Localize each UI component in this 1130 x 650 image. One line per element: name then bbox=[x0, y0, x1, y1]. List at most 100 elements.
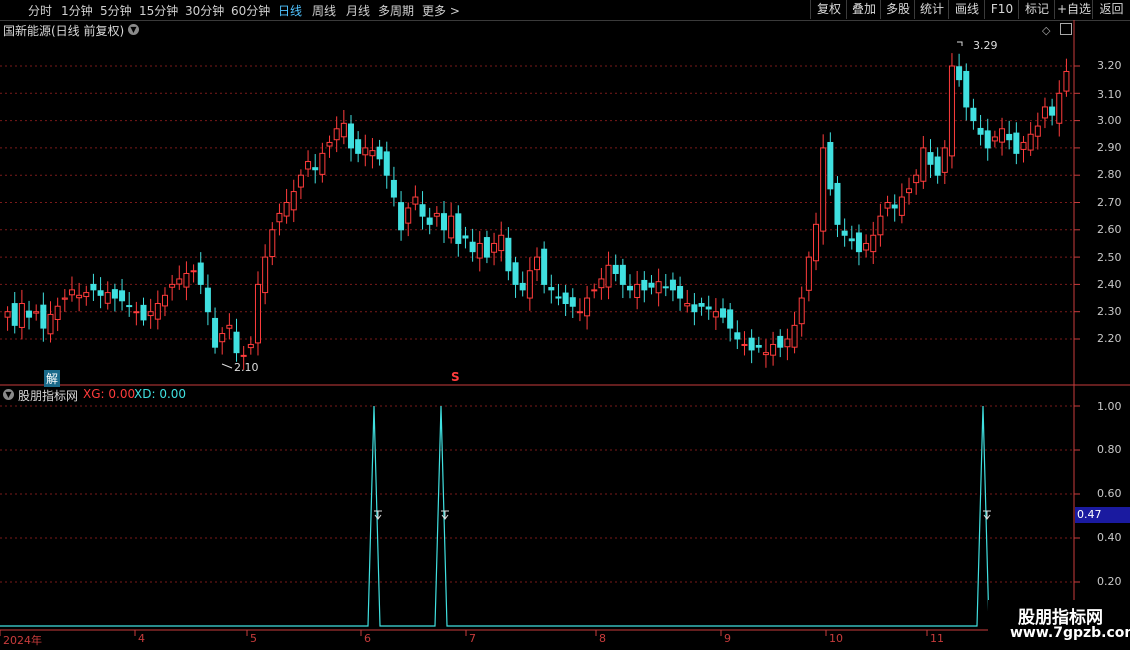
high-marker bbox=[957, 41, 963, 46]
high-price-label: 3.29 bbox=[973, 39, 998, 52]
candle-body bbox=[390, 179, 397, 198]
candle-body bbox=[906, 188, 913, 194]
candle-body bbox=[584, 297, 591, 317]
candle-body bbox=[140, 304, 147, 321]
candle-body bbox=[770, 343, 777, 356]
candle-body bbox=[247, 343, 254, 349]
candle-body bbox=[619, 264, 626, 285]
candle-body bbox=[226, 324, 233, 329]
candle-body bbox=[469, 241, 476, 253]
indicator-tick: 0.40 bbox=[1097, 531, 1122, 544]
candle-body bbox=[1063, 70, 1070, 92]
candle-body bbox=[755, 344, 762, 348]
candle-body bbox=[526, 270, 533, 299]
candle-body bbox=[11, 303, 18, 326]
candle-body bbox=[455, 213, 462, 244]
candle-body bbox=[1006, 133, 1013, 141]
date-tick: 2024年 bbox=[3, 634, 42, 647]
price-tick: 2.90 bbox=[1097, 141, 1122, 154]
candle-body bbox=[219, 333, 226, 343]
candle-body bbox=[161, 294, 168, 307]
candle-body bbox=[748, 337, 755, 351]
price-tick: 3.10 bbox=[1097, 88, 1122, 101]
candle-body bbox=[641, 279, 648, 291]
candle-body bbox=[119, 290, 126, 302]
candle-body bbox=[190, 270, 197, 273]
candle-body bbox=[440, 213, 447, 231]
candle-body bbox=[90, 283, 97, 291]
candle-body bbox=[913, 174, 920, 184]
xd-line bbox=[0, 405, 1074, 627]
candle-body bbox=[591, 289, 598, 292]
candle-body bbox=[855, 232, 862, 253]
candle-body bbox=[562, 292, 569, 305]
candle-body bbox=[47, 313, 54, 335]
price-tick: 2.20 bbox=[1097, 332, 1122, 345]
candle-body bbox=[197, 262, 204, 285]
candle-body bbox=[426, 217, 433, 225]
candle-body bbox=[970, 107, 977, 122]
candlestick-series bbox=[4, 41, 1070, 370]
candle-body bbox=[920, 147, 927, 182]
date-tick: 7 bbox=[469, 632, 476, 645]
candle-body bbox=[798, 297, 805, 325]
cursor-value-box: 0.47 bbox=[1075, 507, 1130, 523]
candle-body bbox=[841, 230, 848, 236]
candle-body bbox=[813, 223, 820, 262]
candle-body bbox=[133, 311, 140, 314]
candle-body bbox=[4, 311, 11, 318]
candle-body bbox=[991, 136, 998, 142]
candle-body bbox=[111, 289, 118, 299]
candle-body bbox=[33, 311, 40, 314]
candle-body bbox=[126, 305, 133, 308]
candle-body bbox=[462, 235, 469, 239]
candle-body bbox=[18, 303, 25, 328]
s-marker[interactable]: S bbox=[451, 370, 460, 384]
xd-value: XD: 0.00 bbox=[134, 387, 187, 401]
candle-body bbox=[1020, 141, 1027, 150]
candle-body bbox=[240, 354, 247, 357]
candle-body bbox=[727, 309, 734, 329]
candle-body bbox=[276, 212, 283, 223]
low-price-label: 2.10 bbox=[234, 361, 259, 374]
candle-body bbox=[347, 123, 354, 149]
price-tick: 2.60 bbox=[1097, 223, 1122, 236]
candle-body bbox=[977, 127, 984, 135]
candle-body bbox=[290, 191, 297, 211]
candle-body bbox=[662, 286, 669, 289]
candle-body bbox=[326, 141, 333, 147]
indicator-tick: 0.80 bbox=[1097, 443, 1122, 456]
candle-body bbox=[483, 237, 490, 258]
candle-body bbox=[691, 304, 698, 313]
candle-body bbox=[476, 242, 483, 259]
candle-body bbox=[61, 297, 68, 300]
candle-body bbox=[941, 147, 948, 173]
xg-value: XG: 0.00 bbox=[83, 387, 136, 401]
candle-body bbox=[884, 202, 891, 209]
candle-body bbox=[805, 256, 812, 291]
candle-body bbox=[712, 311, 719, 318]
candle-body bbox=[1013, 132, 1020, 154]
candle-body bbox=[791, 324, 798, 348]
candle-body bbox=[362, 147, 369, 156]
candle-body bbox=[233, 331, 240, 354]
candle-body bbox=[820, 147, 827, 232]
candle-body bbox=[555, 296, 562, 299]
candle-body bbox=[319, 152, 326, 175]
chart-canvas bbox=[0, 20, 1130, 650]
price-tick: 2.40 bbox=[1097, 278, 1122, 291]
candle-body bbox=[448, 215, 455, 239]
indicator-tick: 0.20 bbox=[1097, 575, 1122, 588]
candle-body bbox=[1056, 92, 1063, 124]
chevron-down-icon[interactable]: ▼ bbox=[3, 389, 14, 400]
candle-body bbox=[720, 308, 727, 318]
unlock-marker[interactable]: 解 bbox=[44, 370, 61, 387]
price-tick: 2.50 bbox=[1097, 251, 1122, 264]
candle-body bbox=[863, 242, 870, 251]
candle-body bbox=[419, 204, 426, 217]
candle-body bbox=[40, 304, 47, 329]
candle-body bbox=[548, 287, 555, 291]
candle-body bbox=[254, 283, 261, 344]
candle-body bbox=[176, 278, 183, 285]
candle-body bbox=[297, 174, 304, 188]
